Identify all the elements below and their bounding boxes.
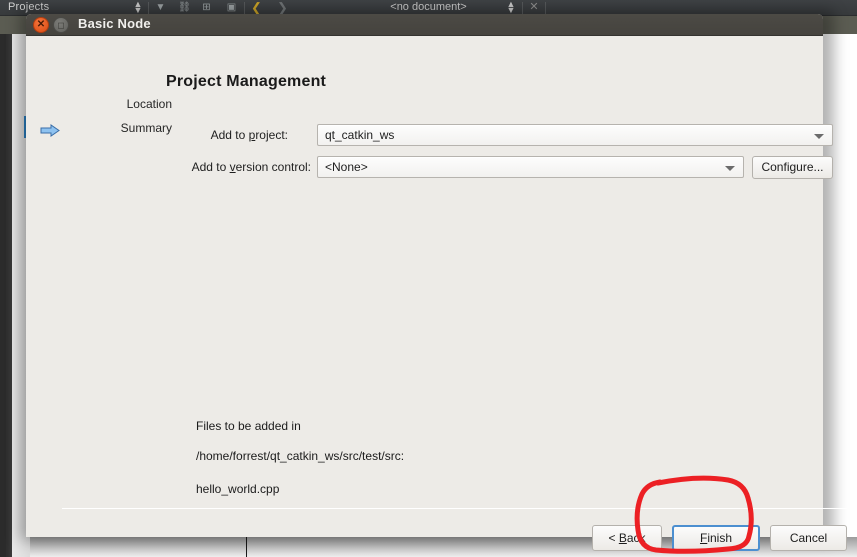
add-to-version-control-label: Add to version control: [156,156,311,178]
back-button[interactable]: < Back [592,525,662,551]
summary-heading: Files to be added in [196,419,301,433]
add-to-project-combobox[interactable]: qt_catkin_ws [317,124,833,146]
label-suffix: ersion control: [235,160,311,174]
back-prefix: < [608,531,619,545]
summary-path: /home/forrest/qt_catkin_ws/src/test/src: [196,449,405,463]
ide-left-gutter [0,16,6,557]
chevron-down-icon[interactable] [725,166,735,171]
add-to-version-control-combobox[interactable]: <None> [317,156,744,178]
summary-file: hello_world.cpp [196,482,280,496]
finish-suffix: inish [707,531,733,545]
form-row-version-control: Add to version control: <None> [26,156,823,178]
back-mnemonic: B [618,531,627,545]
maximize-icon[interactable]: ◻ [53,17,69,33]
footer-divider [62,508,847,509]
label-prefix: Add to [191,160,230,174]
wizard-step-location[interactable]: Location [66,92,178,116]
form-row-project: Add to project: qt_catkin_ws [26,124,833,146]
label-prefix: Add to [210,128,249,142]
finish-button[interactable]: Finish [672,525,760,551]
label-suffix: roject: [255,128,288,142]
page-title: Project Management [166,73,327,90]
add-to-project-label: Add to project: [156,124,288,146]
back-suffix: ack [626,531,646,545]
dialog-title-bar[interactable]: ✕ ◻ Basic Node [26,14,823,36]
add-to-project-value: qt_catkin_ws [325,128,395,142]
dialog-body: Project Management Location Summary Add … [26,36,847,551]
dialog-title: Basic Node [78,16,151,31]
cancel-button[interactable]: Cancel [770,525,847,551]
basic-node-dialog: ✕ ◻ Basic Node Project Management Locati… [26,14,847,551]
close-icon[interactable]: ✕ [33,17,49,33]
wizard-step-label: Location [126,97,172,111]
configure-button[interactable]: Configure... [752,156,833,179]
chevron-down-icon[interactable] [814,134,824,139]
version-control-value: <None> [325,160,368,174]
